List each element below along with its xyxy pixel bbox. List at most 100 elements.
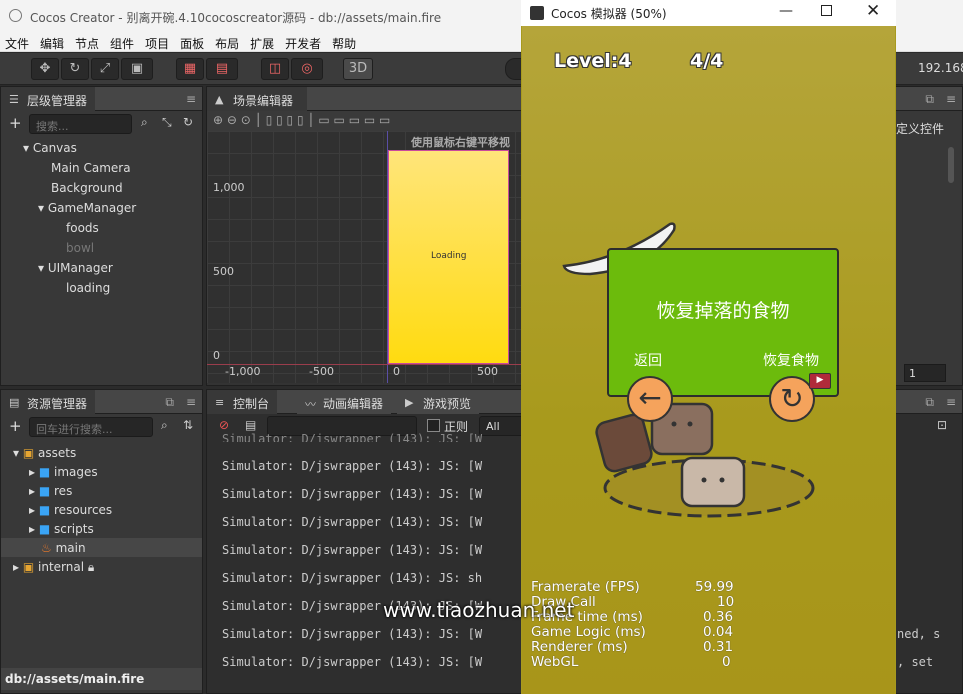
rotate-tool-icon[interactable]: ↻ (61, 58, 89, 80)
menu-project[interactable]: 项目 (140, 32, 175, 52)
tree-node-background[interactable]: Background (51, 181, 123, 195)
tree-node-gamemanager[interactable]: ▾ GameManager (38, 201, 136, 215)
back-button[interactable]: ← (627, 376, 673, 422)
rect-tool-icon[interactable]: ▣ (121, 58, 153, 80)
minimize-icon[interactable]: — (779, 3, 793, 19)
zoom-in-icon[interactable]: ⊕ (213, 113, 223, 127)
refresh-icon[interactable]: ↻ (183, 115, 193, 129)
search-icon[interactable]: ⌕ (161, 418, 168, 433)
menu-node[interactable]: 节点 (70, 32, 105, 52)
asset-resources[interactable]: ▸ ■ resources (29, 503, 112, 517)
scene-header: ▲ 场景编辑器 (207, 87, 525, 111)
camera-icon[interactable]: ◫ (261, 58, 289, 80)
x-tick: -1,000 (225, 365, 261, 378)
simulator-app-icon (530, 6, 544, 20)
chevron-down-icon[interactable]: ⊡ (937, 418, 947, 432)
maximize-icon[interactable] (821, 5, 832, 16)
stat-label: Renderer (ms) (531, 639, 628, 655)
menu-icon[interactable]: ≡ (946, 395, 956, 409)
maximize-icon[interactable]: ⧉ (925, 92, 934, 107)
menu-icon[interactable]: ≡ (186, 92, 196, 106)
y-tick: 1,000 (213, 181, 245, 194)
add-asset-icon[interactable]: + (9, 417, 22, 435)
collapse-icon[interactable]: ⤡ (162, 115, 172, 130)
progress-label: 4/4 (690, 50, 724, 72)
console-line: Simulator: D/jswrapper (143): JS: [W (222, 627, 483, 641)
db-icon: ▣ (22, 560, 35, 574)
asset-internal[interactable]: ▸ ▣ internal 🔒︎ (13, 560, 94, 575)
close-icon[interactable]: ✕ (866, 1, 880, 21)
scene-viewport[interactable]: Loading 使用鼠标右键平移视 1,000 500 0 -1,000 -50… (207, 131, 525, 383)
scale-tool-icon[interactable]: ⤢ (91, 58, 119, 80)
console-line: Simulator: D/jswrapper (143): JS: [W (222, 543, 483, 557)
menu-help[interactable]: 帮助 (327, 32, 362, 52)
menu-developer[interactable]: 开发者 (280, 32, 327, 52)
restore-label: 恢复食物 (763, 353, 819, 369)
inspector-header: ⧉ ≡ (896, 87, 962, 111)
menu-panel[interactable]: 面板 (175, 32, 210, 52)
tab-assets[interactable]: ▤ 资源管理器 (1, 390, 96, 414)
add-node-icon[interactable]: + (9, 114, 22, 132)
ip-address: 192.168. (918, 61, 963, 75)
menu-icon[interactable]: ≡ (186, 395, 196, 409)
stat-value: 10 (717, 594, 735, 610)
asset-assets[interactable]: ▾ ▣ assets (13, 446, 76, 460)
tab-console[interactable]: ≡ 控制台 (207, 390, 278, 414)
move-tool-icon[interactable]: ✥ (31, 58, 59, 80)
scene-panel: ▲ 场景编辑器 ⊕ ⊖ ⊙ │ ▯ ▯ ▯ ▯ │ ▭ ▭ ▭ ▭ ▭ Loadi… (206, 86, 527, 386)
console-line-tail: , set (897, 655, 934, 669)
watermark: www.tiaozhuan.net (383, 598, 575, 622)
tree-node-main-camera[interactable]: Main Camera (51, 161, 131, 175)
loading-node-rect[interactable]: Loading (388, 150, 509, 364)
scene-icon: ▲ (215, 93, 224, 106)
zoom-fit-icon[interactable]: ⊙ (241, 113, 251, 127)
tree-node-canvas[interactable]: ▾ Canvas (23, 141, 77, 155)
scene-fire-icon: ♨ (41, 541, 52, 555)
tab-animation[interactable]: 〰动画编辑器 (297, 390, 392, 414)
x-tick: 500 (477, 365, 498, 378)
cocos-logo-icon (9, 9, 22, 22)
level-label: Level:4 (554, 50, 632, 72)
hierarchy-search-input[interactable]: 搜索... (29, 114, 132, 134)
simulator-titlebar: Cocos 模拟器 (50%) — ✕ (521, 0, 896, 26)
sort-icon[interactable]: ⇅ (183, 418, 193, 432)
asset-images[interactable]: ▸ ■ images (29, 465, 98, 479)
asset-res[interactable]: ▸ ■ res (29, 484, 72, 498)
tree-node-bowl[interactable]: bowl (66, 241, 94, 255)
grid-icon[interactable]: ◎ (291, 58, 323, 80)
y-tick: 500 (213, 265, 234, 278)
hierarchy-title: 层级管理器 (27, 94, 88, 108)
value-field[interactable]: 1 (904, 364, 946, 382)
log-file-icon[interactable]: ▤ (245, 418, 256, 432)
pivot-icon[interactable]: ▦ (176, 58, 204, 80)
assets-search-input[interactable]: 回车进行搜索... (29, 417, 153, 437)
3d-toggle-button[interactable]: 3D (343, 58, 373, 80)
maximize-icon[interactable]: ⧉ (925, 395, 934, 410)
tree-node-loading[interactable]: loading (66, 281, 110, 295)
tab-hierarchy[interactable]: ☰ 层级管理器 (1, 87, 96, 111)
scrollbar[interactable] (948, 147, 954, 183)
tab-scene[interactable]: ▲ 场景编辑器 (207, 87, 307, 111)
menu-extension[interactable]: 扩展 (245, 32, 280, 52)
zoom-out-icon[interactable]: ⊖ (227, 113, 237, 127)
game-canvas[interactable]: Level:4 4/4 恢复掉落的食物 返回 恢复食物 ← ↻ ▶ Framer… (522, 26, 895, 694)
global-icon[interactable]: ▤ (206, 58, 238, 80)
asset-main-selected[interactable] (1, 538, 202, 557)
regex-checkbox[interactable] (427, 419, 440, 432)
menu-layout[interactable]: 布局 (210, 32, 245, 52)
tab-game-preview[interactable]: ▶ 游戏预览 (397, 390, 480, 414)
menu-component[interactable]: 组件 (105, 32, 140, 52)
folder-icon: ■ (38, 484, 51, 498)
video-ad-icon: ▶ (809, 373, 831, 389)
menu-icon[interactable]: ≡ (946, 92, 956, 106)
x-tick: 0 (393, 365, 400, 378)
maximize-icon[interactable]: ⧉ (165, 395, 174, 410)
asset-scripts[interactable]: ▸ ■ scripts (29, 522, 94, 536)
tree-node-uimanager[interactable]: ▾ UIManager (38, 261, 113, 275)
menu-edit[interactable]: 编辑 (35, 32, 70, 52)
clear-icon[interactable]: ⊘ (219, 418, 229, 432)
asset-main[interactable]: ♨ main (41, 541, 86, 555)
tree-node-foods[interactable]: foods (66, 221, 99, 235)
search-icon[interactable]: ⌕ (141, 115, 148, 130)
menu-file[interactable]: 文件 (0, 32, 35, 52)
